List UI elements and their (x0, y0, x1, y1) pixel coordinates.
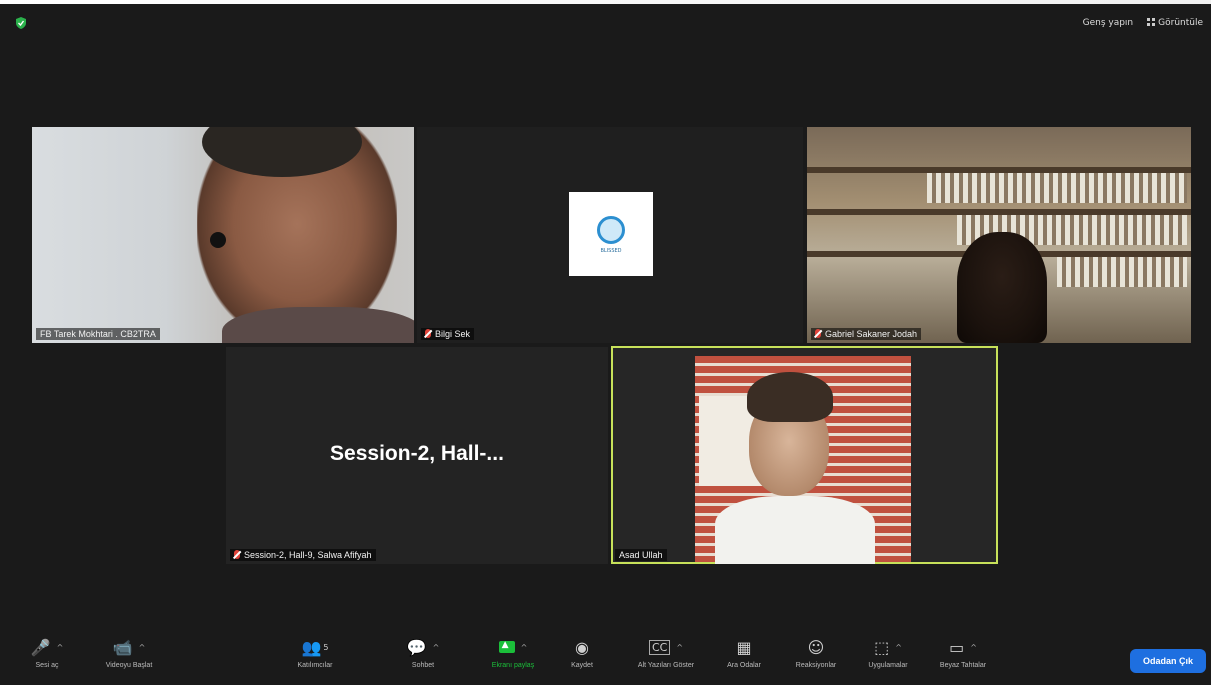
chevron-up-icon[interactable]: ^ (970, 643, 977, 652)
participant-name-display: Session-2, Hall-... (330, 442, 504, 465)
participant-name: Asad Ullah (619, 550, 663, 560)
captions-button[interactable]: CC ^ Alt Yazıları Göster (622, 632, 710, 669)
reactions-icon: ☺ (807, 637, 825, 657)
reactions-button[interactable]: ☺ Reaksiyonlar (788, 632, 844, 670)
participants-icon: 👥 (301, 637, 322, 657)
mic-muted-icon (815, 329, 821, 338)
mic-muted-icon (234, 550, 240, 559)
mic-muted-icon (425, 329, 431, 338)
apps-icon: ⬚ (874, 637, 890, 657)
participant-name-label: Gabriel Sakaner Jodah (811, 328, 922, 340)
video-detail (715, 496, 875, 564)
share-screen-button[interactable]: ^ Ekranı paylaş (482, 632, 544, 669)
mic-muted-icon: 🎤 (30, 637, 51, 657)
chevron-up-icon[interactable]: ^ (57, 643, 64, 652)
chevron-up-icon[interactable]: ^ (676, 643, 683, 652)
participant-name: Gabriel Sakaner Jodah (825, 329, 918, 339)
profile-logo: BLISSED (569, 192, 653, 276)
record-icon: ◉ (575, 637, 589, 657)
view-label: Görüntüle (1158, 18, 1203, 28)
participant-tile-3[interactable]: Gabriel Sakaner Jodah (807, 127, 1191, 343)
whiteboards-label: Beyaz Tahtalar (939, 662, 987, 669)
captions-label: Alt Yazıları Göster (637, 662, 695, 669)
logo-text: BLISSED (600, 248, 622, 254)
view-button[interactable]: Görüntüle (1147, 18, 1203, 28)
share-screen-label: Ekranı paylaş (491, 662, 535, 669)
breakout-rooms-icon: ▦ (736, 637, 752, 657)
start-video-button[interactable]: 📹 ^ Videoyu Başlat (92, 632, 166, 670)
apps-button[interactable]: ⬚ ^ Uygulamalar (860, 632, 916, 670)
reactions-label: Reaksiyonlar (795, 662, 837, 669)
participant-tile-active-speaker[interactable]: Asad Ullah (611, 346, 998, 564)
fullscreen-button[interactable]: Genş yapın (1083, 18, 1134, 28)
video-detail (222, 307, 414, 343)
breakout-rooms-button[interactable]: ▦ Ara Odalar (720, 632, 768, 670)
chevron-up-icon[interactable]: ^ (895, 643, 902, 652)
record-label: Kaydet (571, 662, 593, 669)
shelf-bottles (1057, 257, 1187, 287)
logo-emblem-icon (597, 216, 625, 244)
chevron-up-icon[interactable]: ^ (433, 643, 440, 652)
captions-icon: CC (648, 639, 671, 655)
participants-count: 5 (323, 642, 329, 652)
chevron-up-icon[interactable]: ^ (521, 643, 528, 652)
participants-label: Katılımcılar (297, 662, 333, 669)
unmute-label: Sesi aç (35, 662, 59, 669)
share-screen-icon (498, 640, 515, 653)
whiteboard-icon: ▭ (949, 637, 965, 657)
participant-name-label: Session-2, Hall-9, Salwa Afifyah (230, 549, 376, 561)
participants-button[interactable]: 👥 5 Katılımcılar (288, 632, 342, 670)
video-detail (747, 372, 833, 422)
breakout-rooms-label: Ara Odalar (727, 662, 761, 669)
chat-button[interactable]: 💬 ^ Sohbet (398, 632, 448, 670)
unmute-button[interactable]: 🎤 ^ Sesi aç (22, 632, 72, 670)
whiteboards-button[interactable]: ▭ ^ Beyaz Tahtalar (930, 632, 996, 670)
chat-icon: 💬 (406, 637, 427, 657)
apps-label: Uygulamalar (868, 662, 908, 669)
earbud (210, 232, 226, 248)
participant-name: Session-2, Hall-9, Salwa Afifyah (244, 550, 372, 560)
start-video-label: Videoyu Başlat (105, 662, 153, 669)
participant-name-label: FB Tarek Mokhtari . CB2TRA (36, 328, 160, 340)
leave-meeting-button[interactable]: Odadan Çık (1130, 649, 1206, 673)
participant-name-label: Bilgi Sek (421, 328, 475, 340)
video-off-icon: 📹 (112, 637, 133, 657)
meeting-toolbar: 🎤 ^ Sesi aç 📹 ^ Videoyu Başlat 👥 5 Katılımc… (0, 632, 1211, 685)
participant-video (695, 356, 911, 564)
participant-name: FB Tarek Mokhtari . CB2TRA (40, 329, 156, 339)
meeting-top-bar: Genş yapın Görüntüle (0, 4, 1211, 40)
shelf-bottles (927, 173, 1187, 203)
encryption-shield-icon[interactable] (14, 16, 28, 30)
chevron-up-icon[interactable]: ^ (139, 643, 146, 652)
record-button[interactable]: ◉ Kaydet (562, 632, 602, 670)
participant-video (957, 232, 1047, 343)
participant-tile-2[interactable]: BLISSED Bilgi Sek (417, 127, 803, 343)
participant-name: Bilgi Sek (435, 329, 471, 339)
participant-tile-1[interactable]: FB Tarek Mokhtari . CB2TRA (32, 127, 414, 343)
participant-tile-4[interactable]: Session-2, Hall-... Session-2, Hall-9, S… (226, 347, 608, 564)
participant-name-label: Asad Ullah (615, 549, 667, 561)
grid-view-icon (1147, 18, 1156, 26)
chat-label: Sohbet (411, 662, 435, 669)
